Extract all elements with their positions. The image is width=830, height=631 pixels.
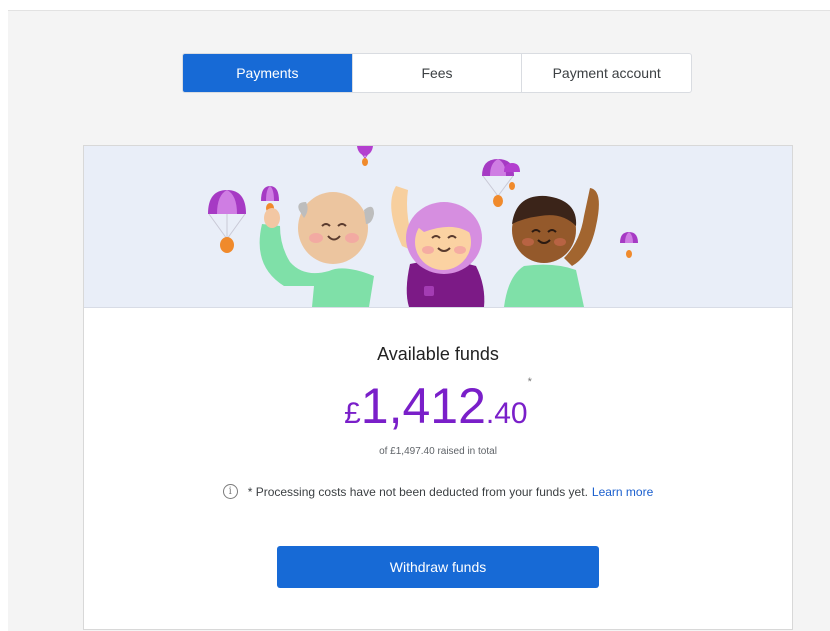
amount-pence: .40 (485, 397, 528, 430)
parachute-icon (482, 159, 520, 207)
tab-payment-account[interactable]: Payment account (521, 54, 691, 92)
person-illustration (259, 192, 374, 307)
tab-fees[interactable]: Fees (351, 54, 522, 92)
learn-more-link[interactable]: Learn more (592, 485, 653, 499)
available-funds-amount: £1,412.40 * (84, 377, 792, 434)
parachute-icon (620, 232, 638, 258)
info-icon: i (222, 484, 238, 499)
illustration-svg (208, 146, 638, 307)
available-funds-title: Available funds (377, 344, 499, 364)
amount-footnote-marker: * (527, 376, 532, 388)
tab-payments[interactable]: Payments (183, 54, 352, 92)
person-illustration (504, 188, 599, 307)
amount-whole: 1,412 (360, 378, 486, 434)
person-illustration (391, 186, 485, 307)
withdraw-funds-button[interactable]: Withdraw funds (277, 546, 599, 588)
parachute-icon (357, 146, 373, 166)
raised-total-text: of £1,497.40 raised in total (379, 446, 497, 457)
tab-bar: Payments Fees Payment account (182, 53, 692, 93)
processing-notice-text: * Processing costs have not been deducte… (247, 484, 588, 499)
celebration-illustration (84, 146, 792, 308)
funds-card: Available funds £1,412.40 * of £1,497.40 … (83, 145, 793, 630)
parachute-icon (208, 190, 246, 253)
currency-symbol: £ (344, 397, 361, 430)
processing-notice: i * Processing costs have not been deduc… (84, 484, 792, 499)
